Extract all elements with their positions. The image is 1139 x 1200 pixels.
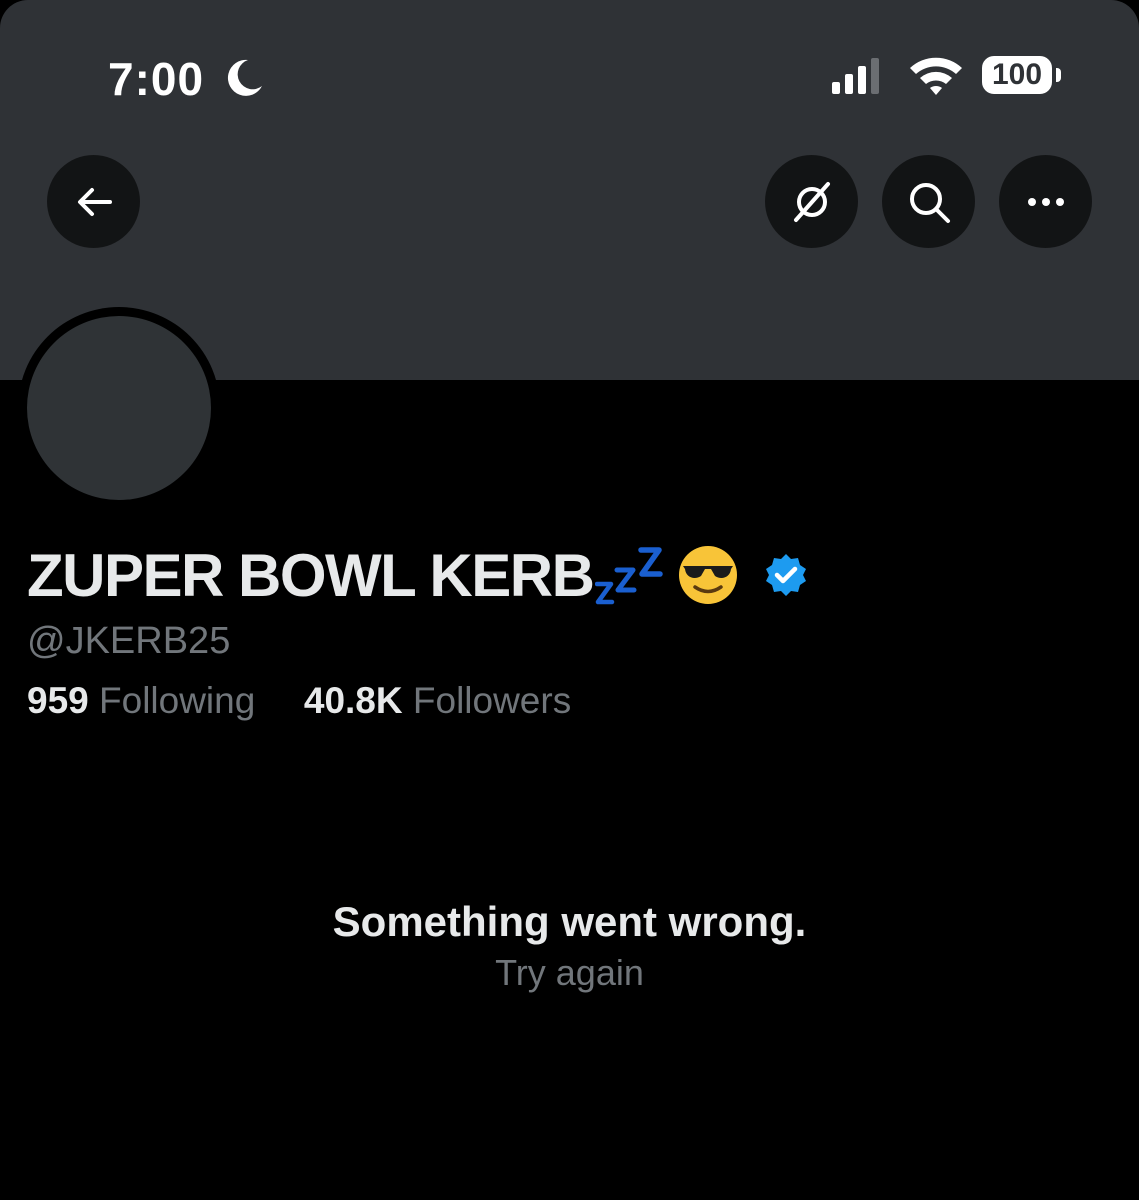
profile-avatar[interactable]: [18, 307, 220, 509]
battery-nub: [1056, 68, 1061, 82]
following-link[interactable]: 959 Following: [27, 680, 266, 721]
search-button[interactable]: [882, 155, 975, 248]
more-options-button[interactable]: [999, 155, 1092, 248]
back-arrow-icon: [77, 187, 112, 216]
following-count: 959: [27, 680, 89, 721]
followers-link[interactable]: 40.8K Followers: [304, 680, 571, 721]
zzz-emoji: [595, 547, 664, 605]
profile-handle: @JKERB25: [27, 620, 231, 662]
verified-badge-icon: [766, 554, 807, 596]
status-bar: 7:00 100: [0, 0, 1139, 150]
back-button[interactable]: [47, 155, 140, 248]
display-name-row: ZUPER BOWL KERB: [27, 535, 809, 615]
more-icon: [1027, 197, 1064, 206]
cellular-signal-icon: [832, 58, 879, 94]
search-icon: [909, 182, 950, 223]
display-name: ZUPER BOWL KERB: [27, 541, 595, 609]
grok-icon: [793, 181, 830, 222]
follow-stats: 959 Following 40.8K Followers: [27, 680, 571, 722]
avatar-placeholder: [27, 316, 211, 500]
try-again-button[interactable]: Try again: [0, 952, 1139, 994]
following-label: Following: [99, 680, 256, 721]
moon-icon: [227, 59, 262, 96]
sunglasses-face-emoji: [679, 546, 738, 604]
battery-icon: 100: [982, 56, 1052, 94]
status-time: 7:00: [108, 53, 205, 105]
followers-count: 40.8K: [303, 680, 403, 721]
grok-button[interactable]: [765, 155, 858, 248]
wifi-icon: [910, 57, 962, 95]
error-message: Something went wrong.: [332, 898, 807, 945]
followers-label: Followers: [412, 680, 572, 721]
